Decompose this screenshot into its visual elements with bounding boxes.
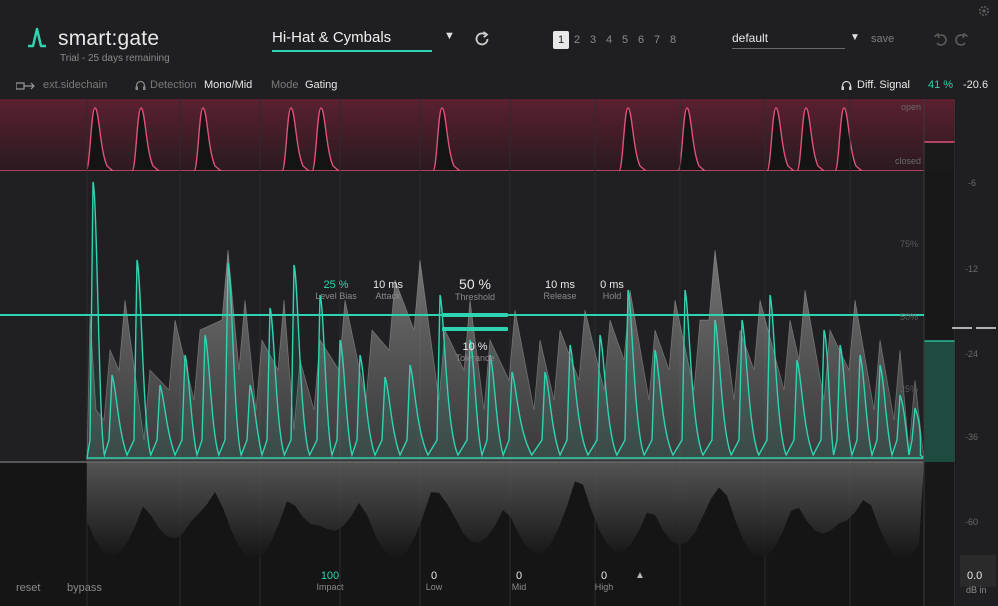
logo-icon [28,27,46,48]
low-label: Low [425,582,443,592]
redo-icon[interactable] [953,33,969,47]
preset-slot-3[interactable]: 3 [585,31,601,49]
mid-value: 0 [515,570,523,582]
db-in-value: 0.0 [967,570,983,582]
low-value: 0 [430,570,438,582]
db-tick-6: -6 [968,178,977,188]
gate-lane: open closed [0,99,955,172]
detection-selector[interactable]: Mono/Mid [204,79,252,91]
db-in-label: dB in [966,585,987,595]
trial-notice: Trial - 25 days remaining [60,53,170,64]
diff-db: -20.6 [963,79,989,91]
db-tick-36: -36 [965,432,979,442]
low-control[interactable]: 0 Low [419,570,449,592]
hold-label: Hold [602,291,622,301]
input-level-marker [952,327,972,329]
threshold-control[interactable]: 50 % Threshold [446,276,504,302]
attack-control[interactable]: 10 ms Attack [366,279,410,301]
preset-slot-5[interactable]: 5 [617,31,633,49]
gate-closed-label: closed [895,156,921,166]
percent-label-75: 75% [900,239,918,249]
hold-value: 0 ms [600,279,624,291]
db-tick-24: -24 [965,349,979,359]
preset-slot-6[interactable]: 6 [633,31,649,49]
high-value: 0 [600,570,608,582]
high-control[interactable]: 0 High [589,570,619,592]
preset-slot-8[interactable]: 8 [665,31,681,49]
mode-label: Mode [271,79,299,91]
tolerance-control[interactable]: 10 % Tolerance [446,341,504,363]
preset-slot-7[interactable]: 7 [649,31,665,49]
headphones-icon[interactable] [135,80,146,91]
mid-control[interactable]: 0 Mid [504,570,534,592]
preset-slot-1[interactable]: 1 [553,31,569,49]
attack-value: 10 ms [373,279,403,291]
reset-button[interactable]: reset [16,582,40,594]
preset-slots: 12345678 [553,31,681,49]
db-tick-12: -12 [965,264,979,274]
release-control[interactable]: 10 ms Release [536,279,584,301]
impact-control[interactable]: 100 Impact [310,570,350,592]
hold-control[interactable]: 0 ms Hold [594,279,630,301]
sidechain-icon[interactable] [16,81,36,91]
mid-label: Mid [511,582,527,592]
threshold-handle[interactable] [442,313,508,317]
diff-headphones-icon[interactable] [841,80,852,91]
tolerance-handle[interactable] [442,327,508,331]
reload-icon[interactable] [473,30,491,48]
profile-dropdown-icon[interactable]: ▼ [850,32,860,43]
level-bias-label: Level Bias [315,291,357,301]
diff-percent: 41 % [928,79,954,91]
percent-label-50: 50% [900,312,918,322]
preset-selector[interactable]: Hi-Hat & Cymbals [272,29,432,52]
output-level-marker [976,327,996,329]
gate-open-label: open [901,102,921,112]
db-tick-60: -60 [965,517,979,527]
tolerance-value: 10 % [462,341,488,353]
percent-label-25: 25% [900,384,918,394]
sidechain-toggle[interactable]: ext.sidechain [43,79,107,91]
gear-icon[interactable] [977,4,991,18]
release-value: 10 ms [545,279,575,291]
tolerance-label: Tolerance [455,353,495,363]
high-label: High [594,582,614,592]
release-label: Release [543,291,577,301]
impact-value: 100 [320,570,340,582]
mode-selector[interactable]: Gating [305,79,337,91]
profile-selector[interactable]: default [732,31,845,49]
impact-label: Impact [316,582,344,592]
undo-icon[interactable] [933,33,949,47]
preset-slot-2[interactable]: 2 [569,31,585,49]
threshold-value: 50 % [459,276,491,292]
preset-dropdown-icon[interactable]: ▼ [444,30,455,42]
bypass-button[interactable]: bypass [67,582,102,594]
attack-label: Attack [375,291,401,301]
threshold-label: Threshold [454,292,496,302]
diff-signal-toggle[interactable]: Diff. Signal [857,79,910,91]
app-title: smart:gate [58,27,160,50]
band-marker-icon[interactable]: ▲ [635,570,645,581]
preset-slot-4[interactable]: 4 [601,31,617,49]
save-button[interactable]: save [871,33,894,45]
level-bias-control[interactable]: 25 % Level Bias [310,279,362,301]
detection-label: Detection [150,79,197,91]
level-bias-value: 25 % [323,279,349,291]
